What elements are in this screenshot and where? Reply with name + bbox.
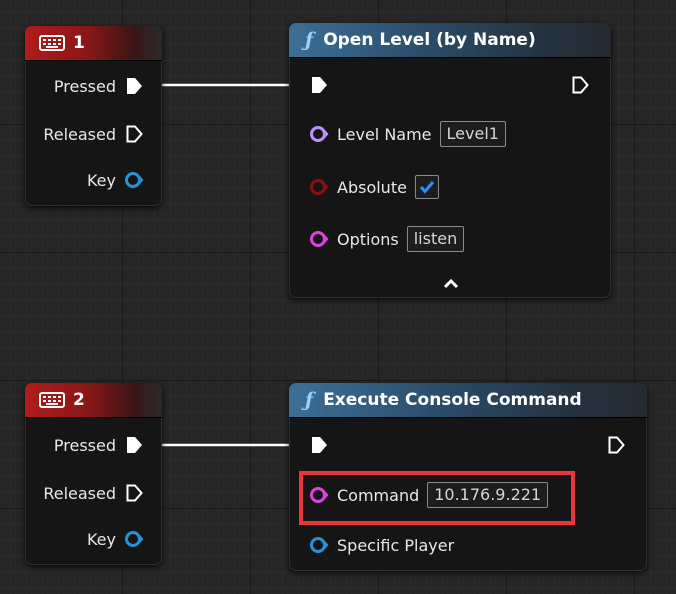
specific-player-row[interactable]: Specific Player xyxy=(309,532,454,558)
checkmark-icon xyxy=(419,181,435,194)
pressed-label: Pressed xyxy=(53,76,116,96)
collapse-chevron-icon[interactable] xyxy=(442,277,460,289)
exec-in-row[interactable] xyxy=(309,432,329,458)
options-input[interactable]: listen xyxy=(406,226,465,252)
command-highlight-box xyxy=(299,471,575,525)
pressed-pin-row[interactable]: Pressed xyxy=(25,432,144,458)
absolute-label: Absolute xyxy=(337,177,407,197)
exec-in-pin-icon[interactable] xyxy=(309,75,329,95)
node-header[interactable]: 1 xyxy=(25,26,162,61)
function-icon: ƒ xyxy=(305,29,314,51)
exec-pin-empty-icon[interactable] xyxy=(124,124,144,144)
struct-pin-icon[interactable] xyxy=(124,529,144,549)
key-pin-row[interactable]: Key xyxy=(25,167,144,193)
keyboard-icon xyxy=(39,392,65,408)
node-title: 1 xyxy=(73,33,85,53)
string-pin-icon[interactable] xyxy=(309,229,329,249)
released-pin-row[interactable]: Released xyxy=(25,121,144,147)
struct-pin-icon[interactable] xyxy=(124,170,144,190)
keyboard-icon xyxy=(39,35,65,51)
exec-out-pin-icon[interactable] xyxy=(606,435,626,455)
open-level-node[interactable]: ƒ Open Level (by Name) Level Name Level1… xyxy=(289,23,611,298)
key-1-event-node[interactable]: 1 Pressed Released Key xyxy=(25,26,162,206)
exec-in-row[interactable] xyxy=(309,72,329,98)
pressed-pin-row[interactable]: Pressed xyxy=(25,73,144,99)
exec-pin-empty-icon[interactable] xyxy=(124,483,144,503)
node-header[interactable]: ƒ Open Level (by Name) xyxy=(289,23,611,58)
absolute-row[interactable]: Absolute xyxy=(309,174,439,200)
specific-player-label: Specific Player xyxy=(337,535,455,555)
absolute-checkbox[interactable] xyxy=(414,175,439,199)
node-title: Open Level (by Name) xyxy=(323,30,536,50)
level-name-label: Level Name xyxy=(337,124,432,144)
options-row[interactable]: Options listen xyxy=(309,226,465,252)
name-pin-icon[interactable] xyxy=(309,124,329,144)
node-header[interactable]: 2 xyxy=(25,383,162,418)
released-label: Released xyxy=(43,483,116,503)
key-2-event-node[interactable]: 2 Pressed Released Key xyxy=(25,383,162,565)
options-label: Options xyxy=(337,229,399,249)
pressed-label: Pressed xyxy=(53,435,116,455)
key-label: Key xyxy=(86,170,116,190)
node-title: 2 xyxy=(73,390,85,410)
bool-pin-icon[interactable] xyxy=(309,177,329,197)
exec-out-row[interactable] xyxy=(606,432,626,458)
exec-pin-filled-icon[interactable] xyxy=(124,435,144,455)
exec-in-pin-icon[interactable] xyxy=(309,435,329,455)
exec-out-row[interactable] xyxy=(570,72,590,98)
node-title: Execute Console Command xyxy=(323,390,582,410)
node-header[interactable]: ƒ Execute Console Command xyxy=(289,383,647,418)
level-name-row[interactable]: Level Name Level1 xyxy=(309,121,506,147)
released-label: Released xyxy=(43,124,116,144)
object-pin-icon[interactable] xyxy=(309,535,329,555)
key-pin-row[interactable]: Key xyxy=(25,526,144,552)
level-name-input[interactable]: Level1 xyxy=(439,121,506,147)
released-pin-row[interactable]: Released xyxy=(25,480,144,506)
key-label: Key xyxy=(86,529,116,549)
function-icon: ƒ xyxy=(305,389,314,411)
exec-pin-filled-icon[interactable] xyxy=(124,76,144,96)
exec-out-pin-icon[interactable] xyxy=(570,75,590,95)
